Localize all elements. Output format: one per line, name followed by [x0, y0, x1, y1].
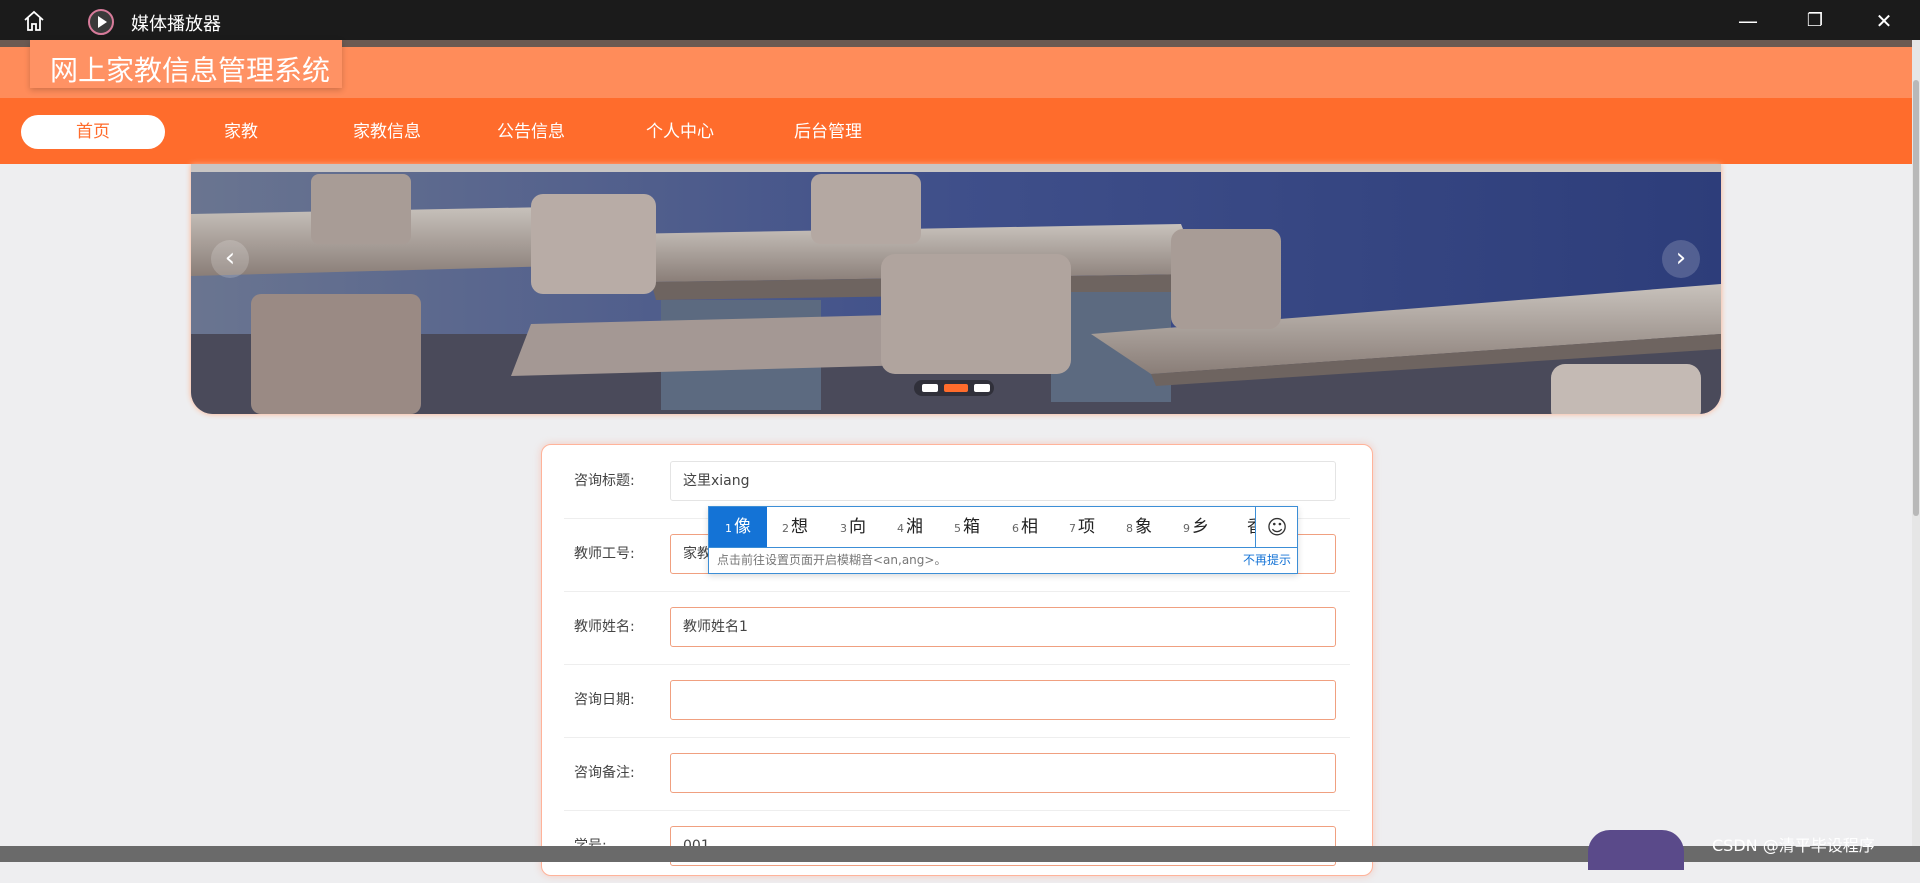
date-input[interactable]: [670, 680, 1336, 720]
ime-hint-text[interactable]: 点击前往设置页面开启模糊音<an,ang>。: [717, 551, 946, 568]
banner-carousel: [191, 164, 1721, 414]
site-title: 网上家教信息管理系统: [50, 54, 331, 87]
ime-dont-remind-link[interactable]: 不再提示: [1243, 551, 1291, 568]
ime-candidate-window: 1像 2想 3向 4湘 5箱 6相 7项 8象 9乡 香 ☺ 点击前往设置页面开…: [708, 506, 1298, 574]
close-button[interactable]: ✕: [1871, 8, 1897, 34]
banner-prev-button[interactable]: ‹: [211, 240, 249, 278]
nav-item-personal-center[interactable]: 个人中心: [635, 115, 725, 149]
form-row-date: 咨询日期:: [564, 664, 1350, 738]
watermark-text: CSDN @清平毕设程序: [1712, 836, 1875, 855]
ime-candidate-6[interactable]: 6相: [1012, 507, 1038, 547]
title-label: 咨询标题:: [574, 473, 635, 489]
banner-next-button[interactable]: ›: [1662, 240, 1700, 278]
ime-divider: [709, 547, 1297, 548]
nav-item-tutor-info[interactable]: 家教信息: [342, 115, 432, 149]
home-icon[interactable]: [22, 9, 46, 33]
ime-candidate-list: 1像 2想 3向 4湘 5箱 6相 7项 8象 9乡 香: [709, 507, 1255, 547]
teacher-id-label: 教师工号:: [574, 546, 635, 562]
nav-item-announcements[interactable]: 公告信息: [486, 115, 576, 149]
window-title: 媒体播放器: [131, 14, 221, 35]
remarks-input[interactable]: [670, 753, 1336, 793]
carousel-dot-1[interactable]: [922, 384, 938, 392]
nav-item-home[interactable]: 首页: [21, 115, 165, 149]
ime-candidate-1[interactable]: 1像: [709, 507, 767, 547]
ime-candidate-7[interactable]: 7项: [1069, 507, 1095, 547]
ime-candidate-5[interactable]: 5箱: [954, 507, 980, 547]
media-player-icon: [88, 9, 114, 35]
ime-candidate-10[interactable]: 香: [1247, 507, 1255, 547]
classroom-image: [191, 164, 1721, 414]
ime-candidate-4[interactable]: 4湘: [897, 507, 923, 547]
window-titlebar: 媒体播放器 — ❐ ✕: [0, 0, 1920, 40]
nav-item-admin[interactable]: 后台管理: [783, 115, 873, 149]
ime-candidate-3[interactable]: 3向: [840, 507, 866, 547]
nav-item-tutor[interactable]: 家教: [205, 115, 277, 149]
teacher-name-label: 教师姓名:: [574, 619, 635, 635]
page-scrollbar-thumb[interactable]: [1913, 80, 1919, 516]
date-label: 咨询日期:: [574, 692, 635, 708]
carousel-indicators: [914, 380, 994, 396]
site-logo-box: 网上家教信息管理系统: [30, 40, 342, 88]
ime-candidate-2[interactable]: 2想: [782, 507, 808, 547]
minimize-button[interactable]: —: [1735, 8, 1761, 34]
ime-candidate-8[interactable]: 8象: [1126, 507, 1152, 547]
title-input[interactable]: 这里xiang: [670, 461, 1336, 501]
main-nav: 首页 家教 家教信息 公告信息 个人中心 后台管理: [0, 98, 1912, 164]
ime-candidate-9[interactable]: 9乡: [1183, 507, 1209, 547]
form-row-remarks: 咨询备注:: [564, 737, 1350, 811]
site-header: 网上家教信息管理系统: [0, 40, 1912, 98]
carousel-dot-2[interactable]: [944, 384, 968, 392]
teacher-name-input[interactable]: 教师姓名1: [670, 607, 1336, 647]
remarks-label: 咨询备注:: [574, 765, 635, 781]
ime-emoji-button[interactable]: ☺: [1255, 507, 1298, 547]
form-row-teacher-name: 教师姓名: 教师姓名1: [564, 591, 1350, 665]
carousel-dot-3[interactable]: [974, 384, 990, 392]
floating-action-button[interactable]: [1588, 830, 1684, 870]
restore-button[interactable]: ❐: [1802, 8, 1828, 34]
